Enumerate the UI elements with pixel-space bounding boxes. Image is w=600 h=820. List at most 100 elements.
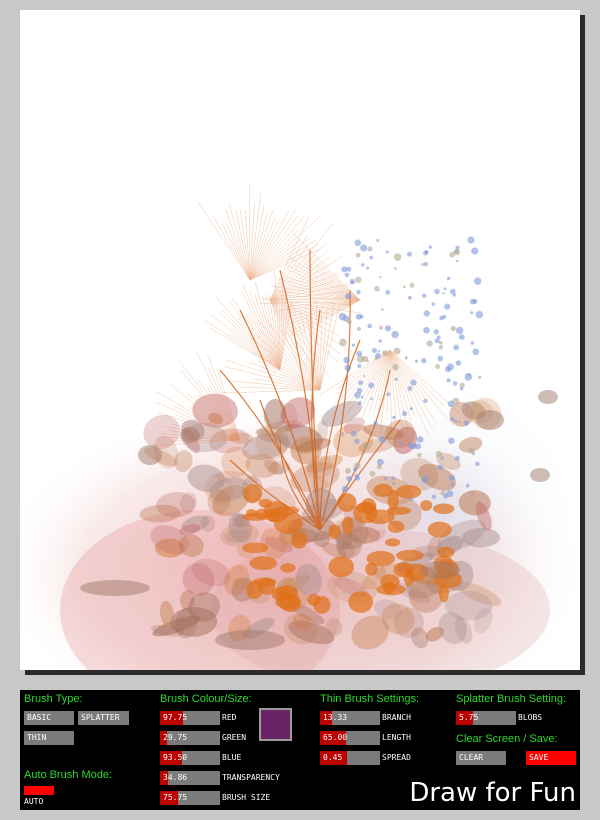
paint-dot bbox=[428, 245, 433, 249]
paint-blob bbox=[242, 512, 271, 521]
paint-dot bbox=[417, 436, 424, 443]
paint-dot bbox=[356, 326, 361, 332]
paint-dot bbox=[454, 455, 460, 461]
slider-value: 75.75 bbox=[163, 793, 188, 802]
paint-dot bbox=[386, 392, 391, 397]
paint-dot bbox=[393, 347, 401, 355]
paint-blob bbox=[337, 493, 357, 512]
paint-dot bbox=[448, 437, 455, 444]
fan-line bbox=[280, 309, 321, 391]
paint-dot bbox=[409, 282, 415, 288]
paint-blob bbox=[273, 512, 303, 535]
paint-blob bbox=[461, 527, 501, 548]
fan-line bbox=[279, 288, 287, 371]
fan-line bbox=[269, 299, 362, 314]
auto-brush-toggle[interactable] bbox=[24, 786, 54, 795]
slider-branch[interactable]: 13.33 bbox=[320, 711, 380, 725]
thin-brush-header: Thin Brush Settings: bbox=[320, 693, 420, 705]
paint-dot bbox=[433, 329, 439, 335]
paint-dot bbox=[475, 310, 483, 319]
paint-dot bbox=[457, 420, 461, 424]
paint-dot bbox=[409, 407, 413, 411]
fan-line bbox=[319, 300, 335, 391]
paint-dot bbox=[374, 285, 380, 292]
paint-dot bbox=[358, 401, 362, 405]
paint-blob bbox=[387, 489, 399, 511]
slider-red[interactable]: 97.75 bbox=[160, 711, 220, 725]
fan-line bbox=[222, 223, 251, 281]
slider-transparency[interactable]: 34.86 bbox=[160, 771, 220, 785]
paint-dot bbox=[362, 374, 366, 378]
paint-dot bbox=[444, 303, 451, 310]
paint-blob bbox=[356, 501, 377, 514]
paint-blob bbox=[328, 524, 341, 539]
slider-blue[interactable]: 93.50 bbox=[160, 751, 220, 765]
paint-dot bbox=[402, 285, 406, 289]
paint-dot bbox=[446, 490, 454, 498]
basic-brush-button[interactable]: BASIC bbox=[24, 711, 74, 725]
paint-dot bbox=[442, 314, 447, 319]
slider-value: 0.45 bbox=[323, 753, 343, 762]
slider-label: RED bbox=[222, 713, 237, 722]
paint-dot bbox=[450, 482, 455, 487]
paint-dot bbox=[456, 326, 464, 335]
slider-length[interactable]: 65.00 bbox=[320, 731, 380, 745]
fan-line bbox=[249, 221, 279, 281]
paint-dot bbox=[470, 311, 474, 315]
paint-dot bbox=[424, 250, 429, 254]
save-button[interactable]: SAVE bbox=[526, 751, 576, 765]
splatter-brush-button[interactable]: SPLATTER bbox=[78, 711, 129, 725]
paint-dot bbox=[448, 474, 455, 481]
paint-dot bbox=[409, 497, 414, 502]
paint-dot bbox=[447, 400, 455, 408]
paint-dot bbox=[361, 395, 364, 399]
fan-line bbox=[285, 299, 361, 314]
slider-green[interactable]: 29.75 bbox=[160, 731, 220, 745]
paint-blob bbox=[249, 556, 277, 571]
paint-dot bbox=[465, 483, 470, 488]
paint-blob bbox=[420, 561, 460, 579]
slider-brush-size[interactable]: 75.75 bbox=[160, 791, 220, 805]
brush-colour-header: Brush Colour/Size: bbox=[160, 693, 252, 705]
paint-dot bbox=[355, 252, 361, 258]
paint-dot bbox=[423, 261, 429, 267]
drawing-canvas[interactable] bbox=[20, 10, 580, 670]
paint-dot bbox=[408, 295, 412, 300]
thin-brush-button[interactable]: THIN bbox=[24, 731, 74, 745]
paint-dot bbox=[414, 359, 419, 363]
paint-dot bbox=[404, 357, 408, 360]
paint-dot bbox=[377, 350, 381, 353]
slider-label: BRUSH SIZE bbox=[222, 793, 271, 802]
control-panel: Brush Type: BASIC SPLATTER THIN Auto Bru… bbox=[20, 690, 580, 810]
paint-dot bbox=[345, 292, 352, 300]
paint-dot bbox=[467, 236, 475, 244]
paint-dot bbox=[354, 438, 360, 444]
paint-dot bbox=[370, 397, 373, 401]
slider-blobs[interactable]: 5.75 bbox=[456, 711, 516, 725]
brush-type-header: Brush Type: bbox=[24, 693, 83, 705]
fan-line bbox=[218, 310, 281, 371]
paint-dot bbox=[472, 298, 478, 304]
paint-dot bbox=[349, 278, 355, 284]
paint-dot bbox=[421, 475, 429, 484]
clear-button[interactable]: CLEAR bbox=[456, 751, 506, 765]
paint-dot bbox=[373, 420, 379, 426]
slider-value: 34.86 bbox=[163, 773, 188, 782]
fan-line bbox=[287, 333, 321, 391]
paint-dot bbox=[456, 259, 459, 263]
paint-dot bbox=[391, 476, 396, 480]
paint-dot bbox=[453, 344, 459, 351]
paint-dot bbox=[475, 461, 480, 466]
paint-blob bbox=[280, 563, 296, 573]
paint-dot bbox=[454, 420, 458, 423]
paint-dot bbox=[392, 415, 396, 420]
paint-dot bbox=[379, 276, 382, 279]
paint-dot bbox=[469, 490, 475, 496]
slider-spread[interactable]: 0.45 bbox=[320, 751, 380, 765]
paint-blob bbox=[384, 538, 401, 547]
paint-dot bbox=[450, 288, 456, 295]
paint-dot bbox=[355, 313, 362, 320]
paint-dot bbox=[450, 417, 455, 422]
paint-dot bbox=[423, 327, 430, 334]
paint-dot bbox=[394, 267, 397, 270]
